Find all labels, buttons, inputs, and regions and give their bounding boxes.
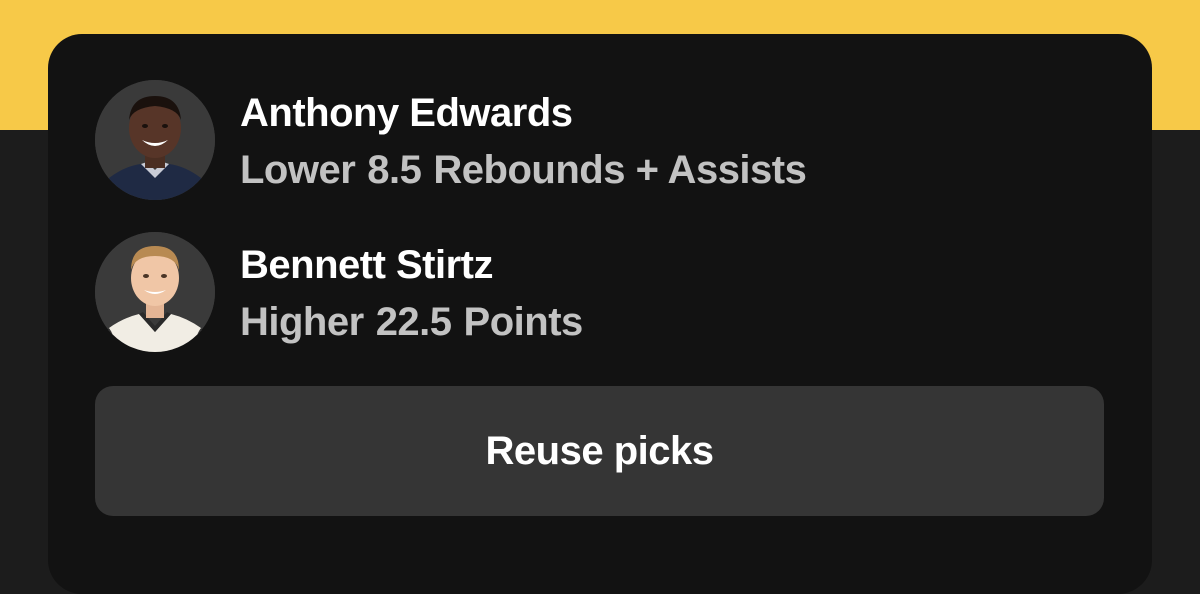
pick-line-value: 8.5 <box>367 148 422 192</box>
player-name: Bennett Stirtz <box>240 243 494 287</box>
pick-line-value: 22.5 <box>375 300 452 344</box>
pick-row: Anthony Edwards Lower 8.5 Rebounds + Assis… <box>95 80 1075 200</box>
player-avatar <box>95 232 215 352</box>
player-headshot-icon <box>95 80 215 200</box>
pick-stat: Rebounds + Assists <box>433 148 807 192</box>
pick-detail: Higher 22.5 Points <box>240 300 583 345</box>
picks-card: Anthony Edwards Lower 8.5 Rebounds + Assis… <box>48 34 1152 594</box>
player-name: Anthony Edwards <box>240 91 573 135</box>
reuse-picks-button[interactable]: Reuse picks <box>95 386 1104 516</box>
pick-detail: Lower 8.5 Rebounds + Assists <box>240 148 807 193</box>
player-avatar <box>95 80 215 200</box>
pick-row: Bennett Stirtz Higher 22.5 Points <box>95 232 1075 352</box>
pick-direction: Higher <box>240 300 364 344</box>
pick-direction: Lower <box>240 148 356 192</box>
player-headshot-icon <box>95 232 215 352</box>
pick-stat: Points <box>463 300 584 344</box>
